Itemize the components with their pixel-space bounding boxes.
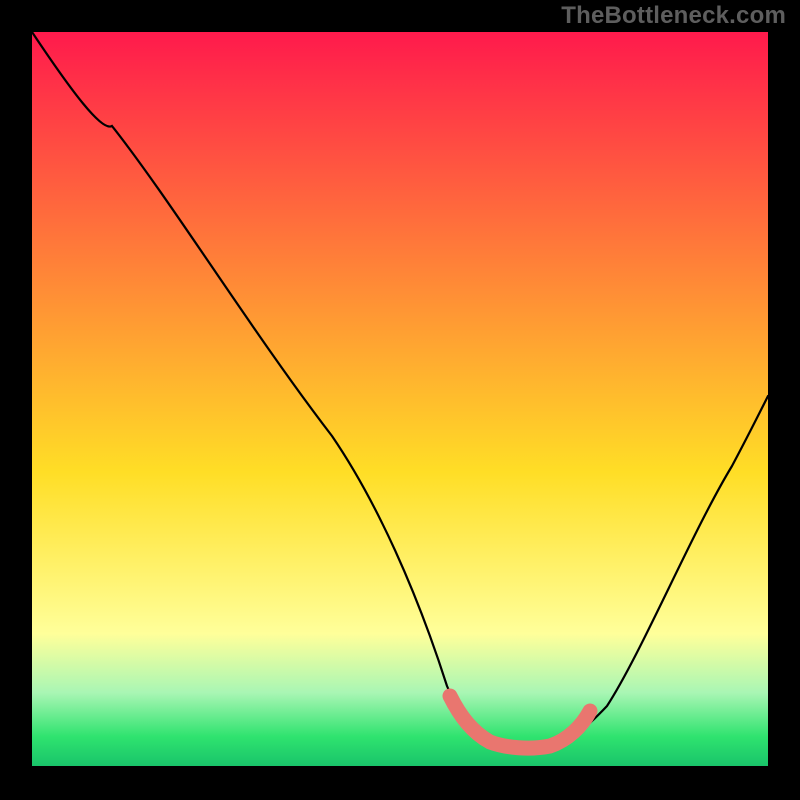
- plot-area: [32, 32, 768, 766]
- chart-frame: TheBottleneck.com: [0, 0, 800, 800]
- curve-layer: [32, 32, 768, 766]
- bottleneck-curve: [32, 32, 768, 749]
- highlight-band: [450, 696, 590, 748]
- watermark-text: TheBottleneck.com: [561, 2, 786, 30]
- bottom-black-strip: [32, 766, 768, 800]
